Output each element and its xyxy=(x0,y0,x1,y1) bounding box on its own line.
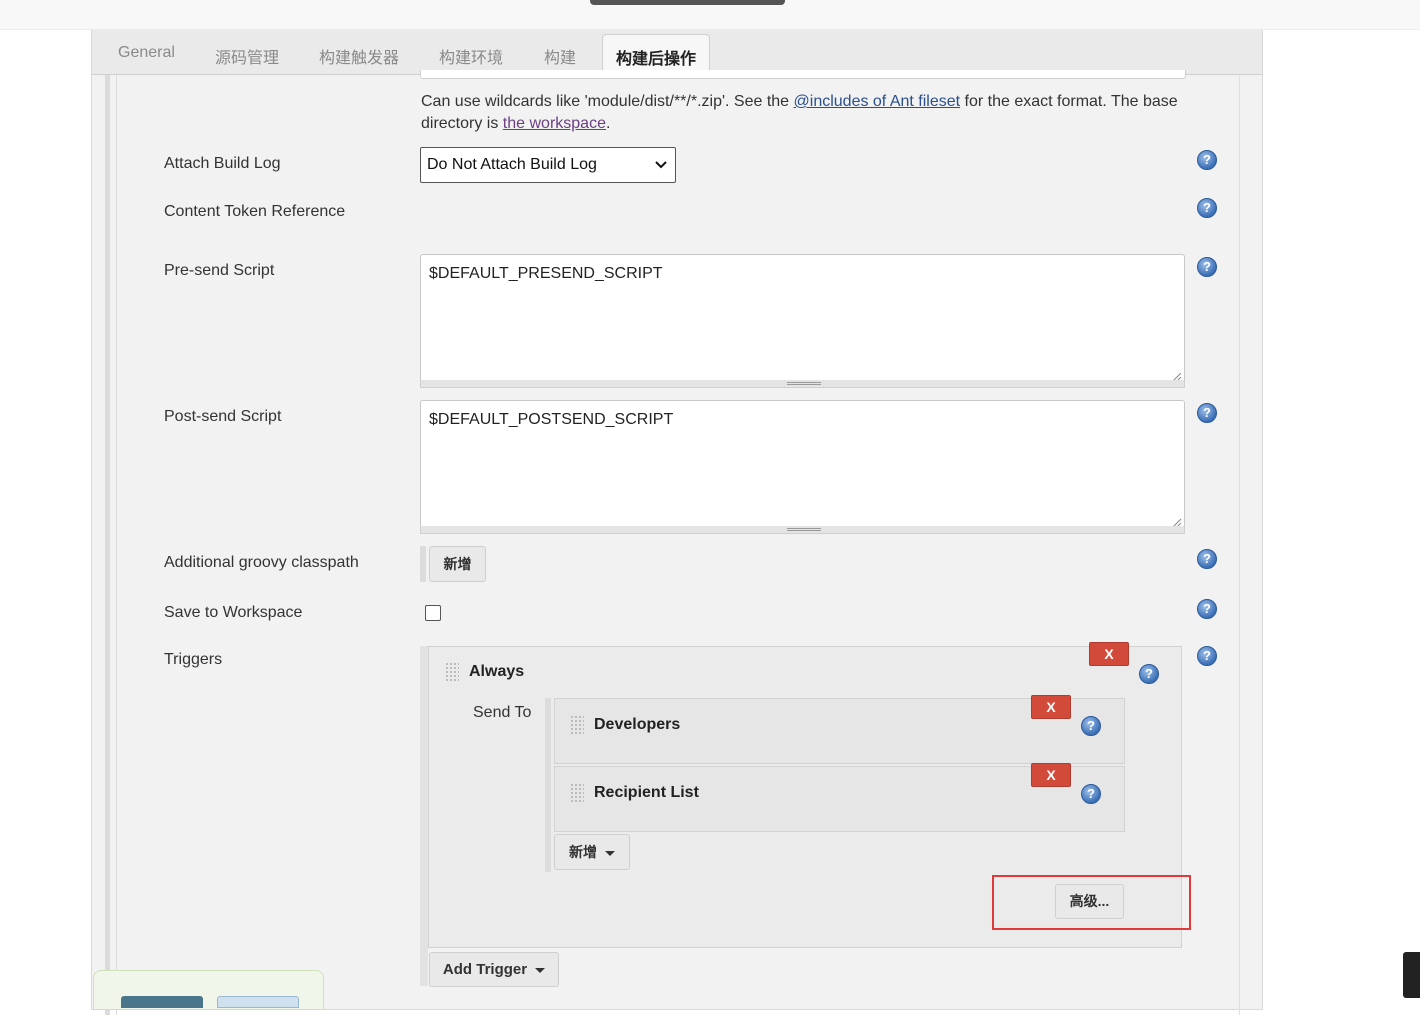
apply-button[interactable] xyxy=(217,996,299,1008)
browser-top-bar xyxy=(0,0,1420,30)
help-icon[interactable]: ? xyxy=(1197,599,1217,619)
help-icon[interactable]: ? xyxy=(1197,198,1217,218)
caret-down-icon xyxy=(535,967,546,973)
resize-handle-icon[interactable] xyxy=(1172,515,1182,528)
delete-recipient-button[interactable]: X xyxy=(1031,763,1071,787)
tab-source-management[interactable]: 源码管理 xyxy=(215,44,279,68)
help-icon[interactable]: ? xyxy=(1139,664,1159,684)
groovy-classpath-add-button[interactable]: 新增 xyxy=(429,546,486,582)
attach-build-log-value: Do Not Attach Build Log xyxy=(427,156,597,173)
postsend-script-value: $DEFAULT_POSTSEND_SCRIPT xyxy=(429,411,674,428)
help-text-part: Can use wildcards like 'module/dist/**/*… xyxy=(421,93,794,110)
presend-script-value: $DEFAULT_PRESEND_SCRIPT xyxy=(429,265,663,282)
caret-down-icon xyxy=(605,850,615,856)
attach-build-log-select[interactable]: Do Not Attach Build Log xyxy=(420,147,676,183)
help-icon[interactable]: ? xyxy=(1197,549,1217,569)
add-recipient-label: 新增 xyxy=(569,844,597,860)
help-icon[interactable]: ? xyxy=(1081,716,1101,736)
presend-script-textarea[interactable]: $DEFAULT_PRESEND_SCRIPT xyxy=(420,254,1185,382)
delete-recipient-button[interactable]: X xyxy=(1031,695,1071,719)
add-trigger-button[interactable]: Add Trigger xyxy=(429,952,559,987)
tab-build[interactable]: 构建 xyxy=(544,44,576,68)
ant-fileset-link[interactable]: @includes of Ant fileset xyxy=(794,93,961,110)
help-icon[interactable]: ? xyxy=(1197,150,1217,170)
section-rail-right xyxy=(1239,75,1240,1015)
drag-handle-icon[interactable] xyxy=(570,783,584,803)
help-text-part: . xyxy=(605,115,611,132)
help-icon[interactable]: ? xyxy=(1081,784,1101,804)
trigger-rail xyxy=(420,646,428,986)
drag-handle-icon[interactable] xyxy=(570,715,584,735)
groovy-classpath-rail xyxy=(420,546,426,582)
floating-widget[interactable] xyxy=(1403,952,1420,998)
presend-script-label: Pre-send Script xyxy=(164,262,275,279)
content-token-reference-label: Content Token Reference xyxy=(164,203,346,220)
trigger-title: Always xyxy=(469,663,525,680)
tab-build-triggers[interactable]: 构建触发器 xyxy=(319,44,399,68)
postsend-script-textarea[interactable]: $DEFAULT_POSTSEND_SCRIPT xyxy=(420,400,1185,528)
triggers-label: Triggers xyxy=(164,651,223,668)
save-button[interactable] xyxy=(121,996,203,1008)
top-tab-indicator xyxy=(590,0,785,5)
tab-build-environment[interactable]: 构建环境 xyxy=(439,44,503,68)
send-to-label: Send To xyxy=(473,704,532,721)
send-to-rail xyxy=(545,698,551,872)
workspace-link[interactable]: the workspace xyxy=(503,115,606,132)
save-to-workspace-label: Save to Workspace xyxy=(164,604,303,621)
recipient-title: Developers xyxy=(594,716,681,733)
postsend-script-grip[interactable] xyxy=(420,526,1185,534)
postsend-script-label: Post-send Script xyxy=(164,408,282,425)
section-rail-inner xyxy=(116,75,117,1015)
attachments-field[interactable] xyxy=(420,70,1186,79)
add-trigger-label: Add Trigger xyxy=(442,961,528,978)
recipient-title: Recipient List xyxy=(594,784,699,801)
help-icon[interactable]: ? xyxy=(1197,257,1217,277)
tab-general[interactable]: General xyxy=(118,44,175,62)
resize-handle-icon[interactable] xyxy=(1172,369,1182,382)
groovy-classpath-label: Additional groovy classpath xyxy=(164,554,359,571)
help-icon[interactable]: ? xyxy=(1197,403,1217,423)
chevron-down-icon xyxy=(655,158,667,172)
delete-trigger-button[interactable]: X xyxy=(1089,642,1129,666)
save-to-workspace-checkbox[interactable] xyxy=(425,605,441,621)
attach-build-log-label: Attach Build Log xyxy=(164,155,281,172)
attachments-help-text: Can use wildcards like 'module/dist/**/*… xyxy=(421,91,1191,135)
help-icon[interactable]: ? xyxy=(1197,646,1217,666)
drag-handle-icon[interactable] xyxy=(445,662,459,682)
tab-bar: General 源码管理 构建触发器 构建环境 构建 构建后操作 xyxy=(92,30,1262,76)
highlight-box xyxy=(992,875,1191,930)
section-rail xyxy=(105,75,110,1015)
add-recipient-button[interactable]: 新增 xyxy=(554,834,630,870)
presend-script-grip[interactable] xyxy=(420,380,1185,388)
